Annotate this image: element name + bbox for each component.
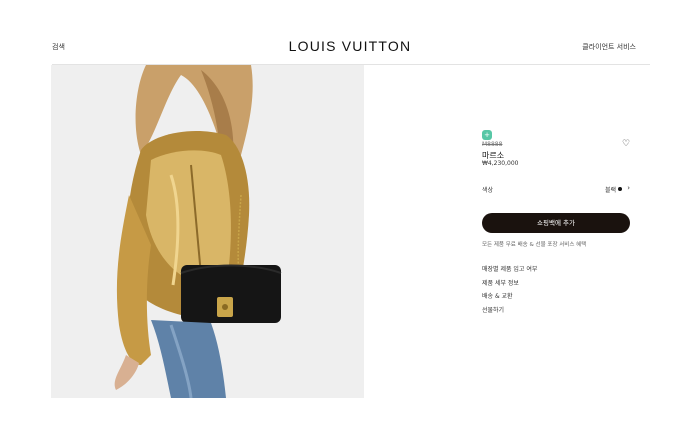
client-service-link[interactable]: 클라이언트 서비스 [582, 42, 636, 52]
product-sku: M8888 [482, 141, 503, 148]
heart-icon[interactable]: ♡ [622, 139, 630, 149]
add-to-cart-button[interactable]: 쇼핑백에 추가 [482, 213, 630, 233]
link-shipping-returns[interactable]: 배송 & 교환 [482, 294, 537, 308]
service-note: 모든 제품 무료 배송 & 선물 포장 서비스 혜택 [482, 242, 587, 248]
site-header: 검색 LOUIS VUITTON 클라이언트 서비스 [0, 0, 700, 62]
link-product-details[interactable]: 제품 세부 정보 [482, 280, 537, 295]
color-swatch [618, 187, 622, 191]
color-label: 색상 [482, 187, 494, 194]
link-store-availability[interactable]: 매장별 제품 입고 여부 [482, 267, 537, 281]
product-price: ₩4,230,000 [482, 160, 519, 167]
chevron-right-icon: › [627, 184, 630, 192]
product-photo [51, 65, 364, 398]
product-links: 매장별 제품 입고 여부 제품 세부 정보 배송 & 교환 선물하기 [482, 267, 537, 321]
new-badge-icon: + [482, 130, 492, 140]
color-value: 블랙 [604, 187, 616, 194]
color-selector[interactable]: 색상 블랙 › [482, 184, 630, 195]
link-gift[interactable]: 선물하기 [482, 307, 537, 322]
